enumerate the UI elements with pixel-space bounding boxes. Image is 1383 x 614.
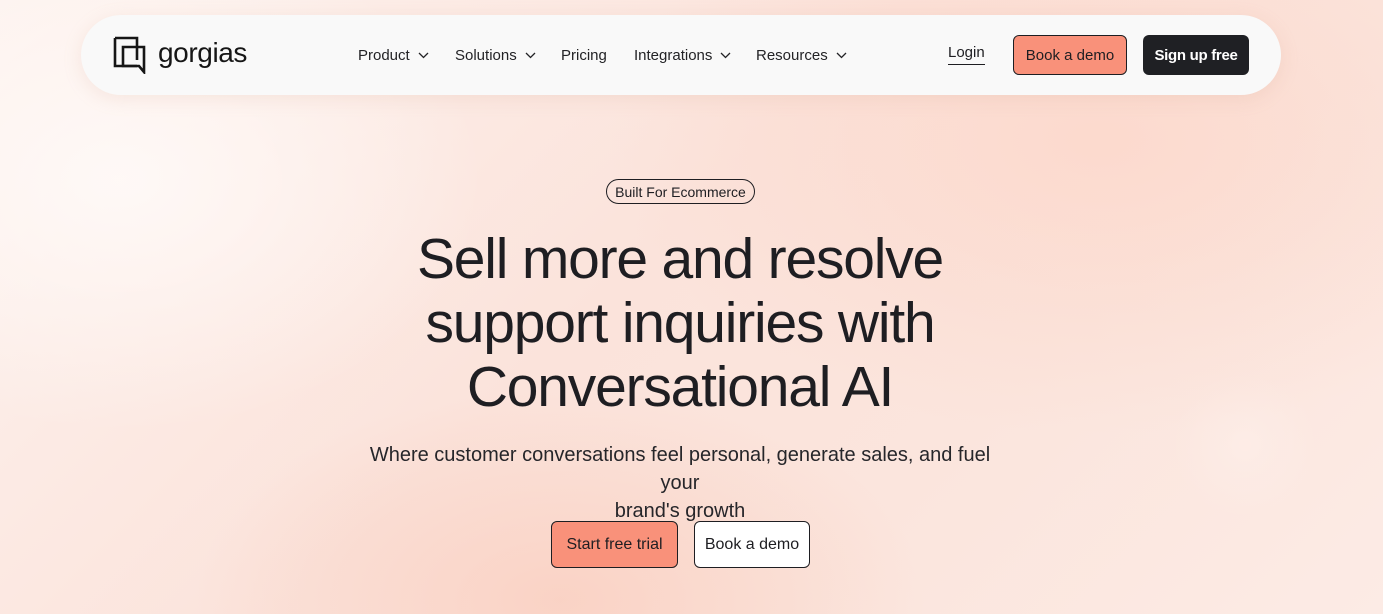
- subheadline-line: Where customer conversations feel person…: [369, 444, 991, 494]
- top-navigation-bar: gorgias Product Solutions Pricing Integr…: [81, 15, 1281, 95]
- headline-line: support inquiries with: [425, 291, 935, 355]
- nav-item-integrations[interactable]: Integrations: [634, 44, 731, 66]
- nav-item-label: Resources: [756, 46, 828, 64]
- chevron-down-icon: [418, 52, 429, 58]
- nav-item-resources[interactable]: Resources: [756, 44, 847, 66]
- nav-item-solutions[interactable]: Solutions: [455, 44, 536, 66]
- hero-subheadline: Where customer conversations feel person…: [350, 441, 1010, 525]
- headline-line: Sell more and resolve: [416, 227, 944, 291]
- nav-item-pricing[interactable]: Pricing: [561, 44, 607, 66]
- nav-item-label: Product: [358, 46, 410, 64]
- headline-line: Conversational AI: [466, 355, 895, 419]
- chevron-down-icon: [720, 52, 731, 58]
- chevron-down-icon: [836, 52, 847, 58]
- category-badge: Built For Ecommerce: [606, 179, 755, 204]
- start-free-trial-button[interactable]: Start free trial: [551, 521, 678, 568]
- subheadline-line: brand's growth: [614, 500, 746, 522]
- nav-item-label: Integrations: [634, 46, 713, 64]
- nav-item-product[interactable]: Product: [358, 44, 429, 66]
- gorgias-logo-icon: [113, 36, 146, 74]
- brand-logo[interactable]: gorgias: [113, 36, 247, 74]
- brand-name: gorgias: [158, 37, 248, 68]
- sign-up-button[interactable]: Sign up free: [1143, 35, 1249, 75]
- nav-item-label: Pricing: [561, 46, 607, 64]
- chevron-down-icon: [525, 52, 536, 58]
- book-demo-button[interactable]: Book a demo: [1013, 35, 1127, 75]
- nav-item-label: Solutions: [455, 46, 517, 64]
- hero-headline: Sell more and resolve support inquiries …: [340, 227, 1020, 419]
- login-link[interactable]: Login: [948, 43, 985, 65]
- hero-book-demo-button[interactable]: Book a demo: [694, 521, 810, 568]
